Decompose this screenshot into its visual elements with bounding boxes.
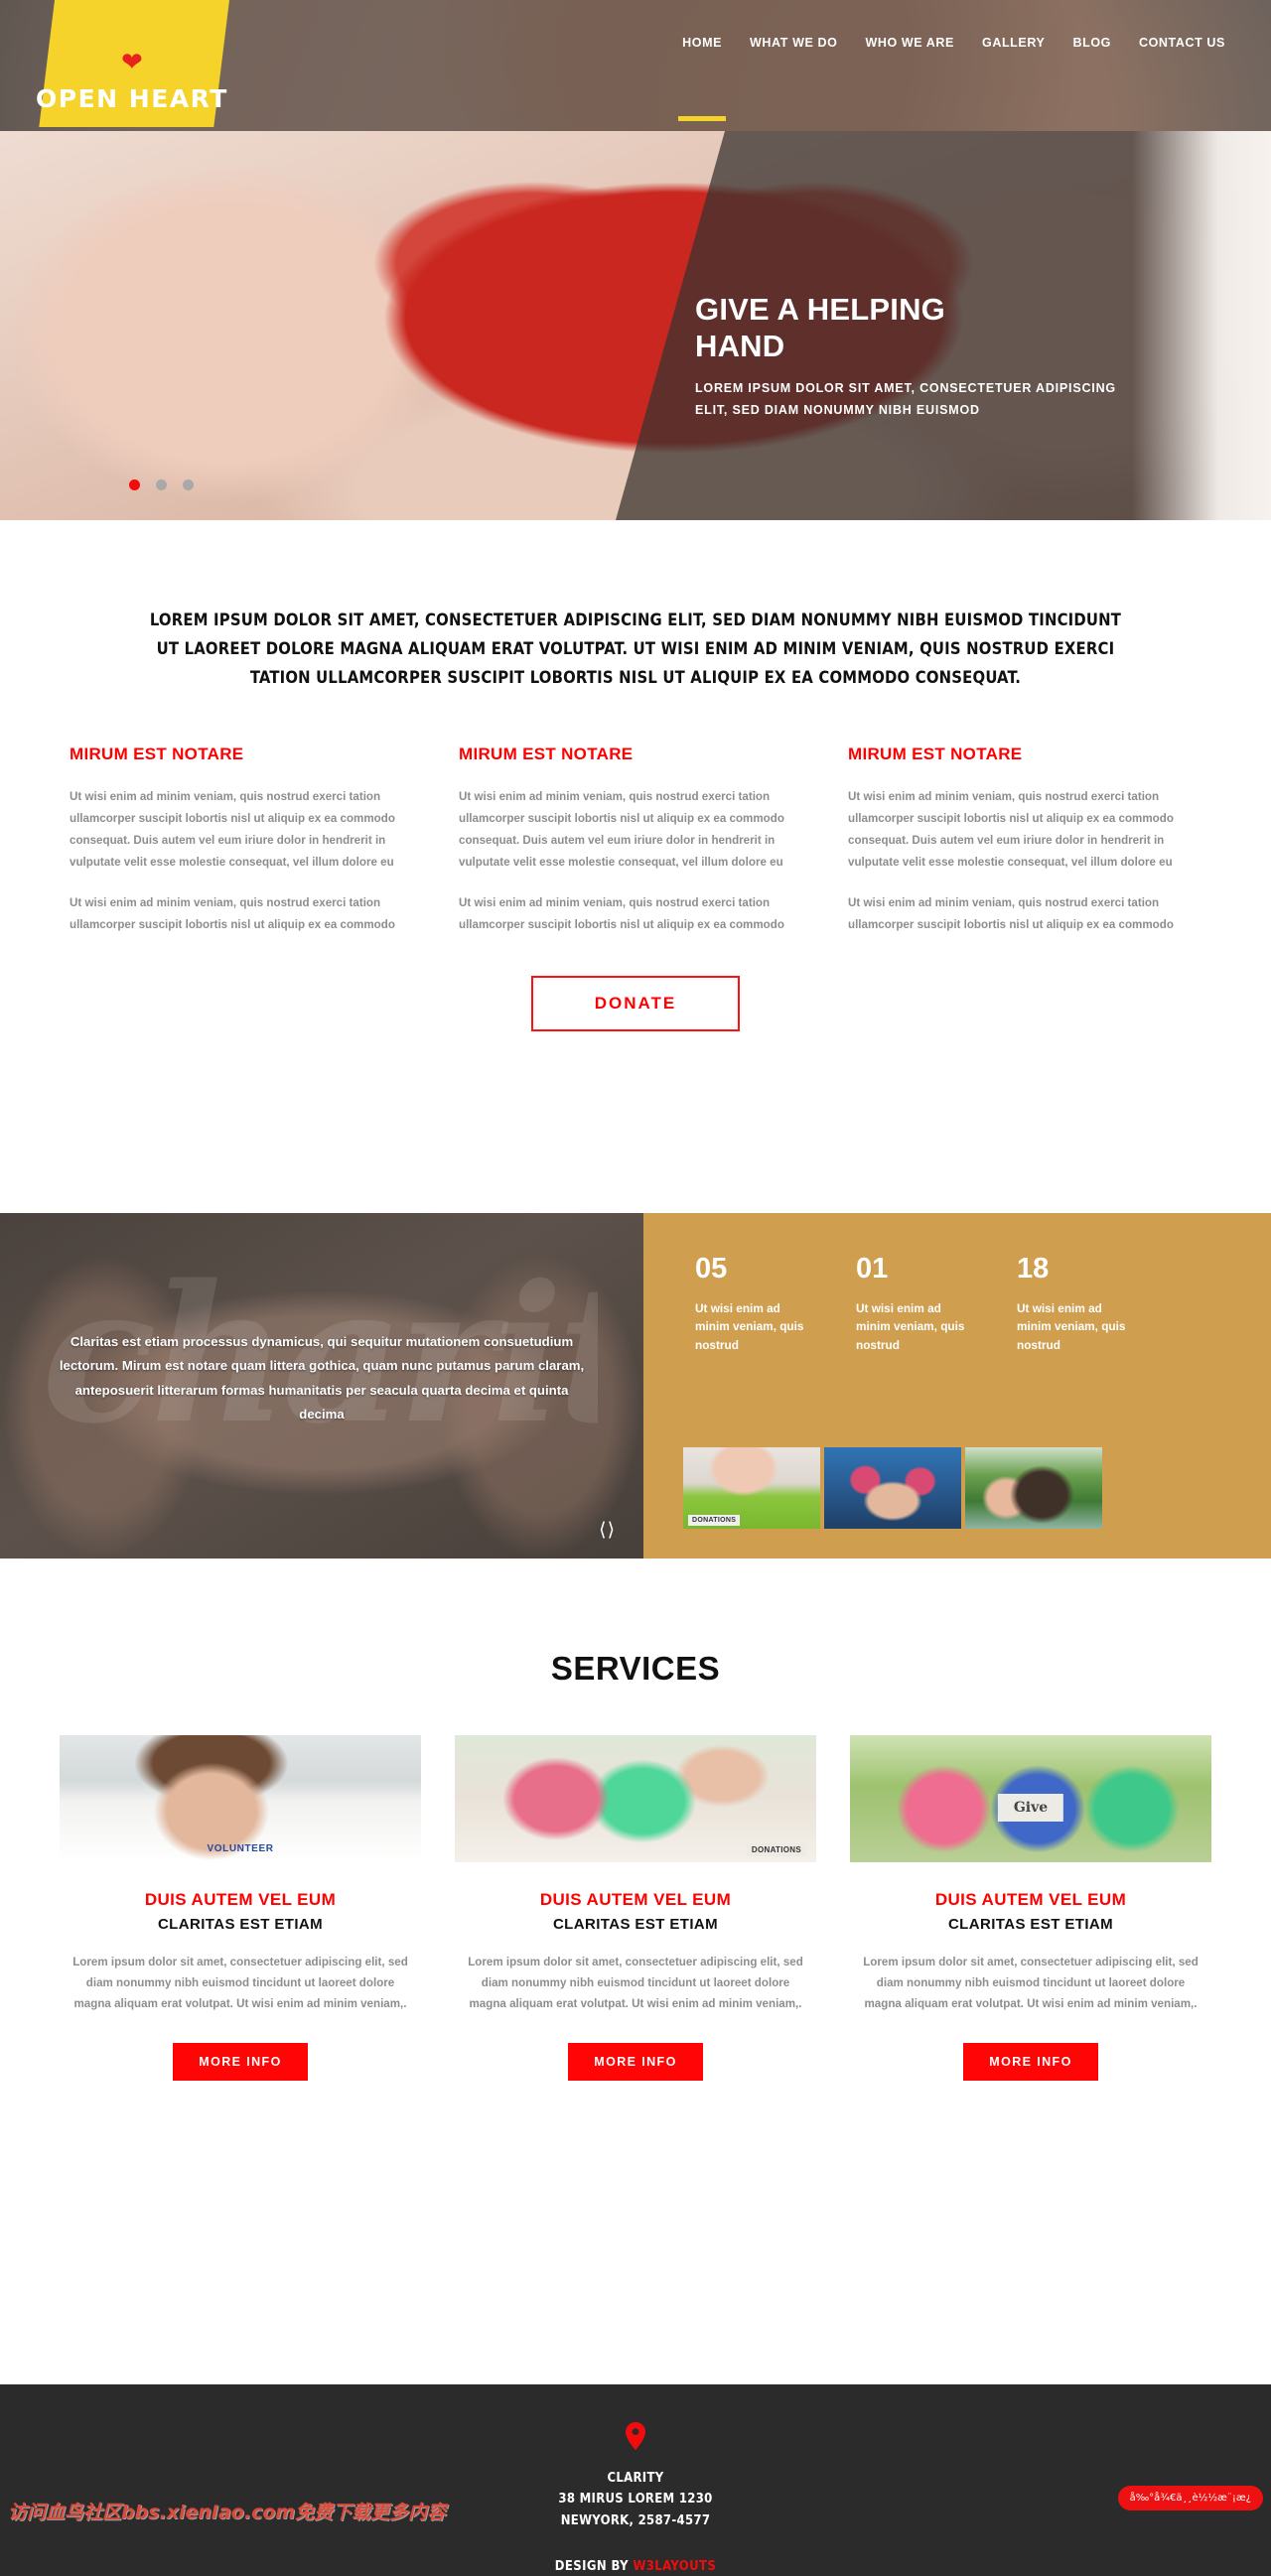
intro-column-3-paragraph-2: Ut wisi enim ad minim veniam, quis nostr… [848,895,1174,931]
nav-item-contact-us[interactable]: CONTACT US [1125,26,1239,60]
donate-button[interactable]: DONATE [530,976,741,1032]
stats-list: 05 Ut wisi enim ad minim veniam, quis no… [643,1213,1271,1354]
nav-item-who-we-are[interactable]: WHO WE ARE [851,26,968,60]
intro-column-2-paragraph-2: Ut wisi enim ad minim veniam, quis nostr… [459,895,784,931]
hero-content: GIVE A HELPING HAND LOREM IPSUM DOLOR SI… [695,292,1172,422]
stat-1-number: 05 [695,1253,728,1285]
intro-column-3-paragraph-1: Ut wisi enim ad minim veniam, quis nostr… [848,789,1174,870]
hero-subtitle: LOREM IPSUM DOLOR SIT AMET, CONSECTETUER… [695,381,1116,418]
hero-slider: GIVE A HELPING HAND LOREM IPSUM DOLOR SI… [0,131,1271,520]
service-2-heading: DUIS AUTEM VEL EUM [539,1890,732,1909]
give-sign-children-photo[interactable] [850,1735,1211,1862]
intro-column-3-heading: MIRUM EST NOTARE [848,744,1023,763]
stat-2-number: 01 [856,1253,889,1285]
intro-column-3: MIRUM EST NOTARE Ut wisi enim ad minim v… [848,745,1200,955]
service-2-more-info-button[interactable]: MORE INFO [568,2042,703,2081]
service-1-more-info-button[interactable]: MORE INFO [173,2042,308,2081]
service-2-subheading: CLARITAS EST ETIAM [552,1916,719,1933]
heart-icon: ❤ [121,47,143,76]
hero-dot-3[interactable] [183,479,194,490]
stat-item-3: 18 Ut wisi enim ad minim veniam, quis no… [1017,1255,1126,1354]
hero-dot-1[interactable] [129,479,140,490]
service-card-2: DUIS AUTEM VEL EUM CLARITAS EST ETIAM Lo… [455,1735,816,2081]
logo-text: OPEN HEART [36,84,228,113]
chevron-left-icon[interactable]: ⟨ [599,1519,607,1541]
map-pin-icon [0,2422,1271,2454]
service-1-subheading: CLARITAS EST ETIAM [157,1916,324,1933]
service-card-1: DUIS AUTEM VEL EUM CLARITAS EST ETIAM Lo… [60,1735,421,2081]
design-credit-prefix: DESIGN BY [554,2559,634,2574]
site-footer: CLARITY 38 MIRUS LOREM 1230 NEWYORK, 258… [0,2384,1271,2576]
intro-column-1-paragraph-1: Ut wisi enim ad minim veniam, quis nostr… [70,789,395,870]
site-logo[interactable]: ❤ OPEN HEART [36,0,231,127]
quote-text: Claritas est etiam processus dynamicus, … [59,1334,585,1423]
map-pin-container [0,2384,1271,2454]
intro-column-1-paragraph-2: Ut wisi enim ad minim veniam, quis nostr… [70,895,395,931]
service-1-heading: DUIS AUTEM VEL EUM [144,1890,337,1909]
service-3-heading: DUIS AUTEM VEL EUM [934,1890,1127,1909]
stat-item-2: 01 Ut wisi enim ad minim veniam, quis no… [856,1255,965,1354]
intro-column-1-heading: MIRUM EST NOTARE [70,744,244,763]
corner-download-badge[interactable]: å‰°å¾€ä¸¸è½½æ¨¡æ¿ [1117,2486,1263,2510]
stat-1-label: Ut wisi enim ad minim veniam, quis nostr… [695,1301,804,1352]
service-3-more-info-button[interactable]: MORE INFO [963,2042,1098,2081]
services-cards: DUIS AUTEM VEL EUM CLARITAS EST ETIAM Lo… [60,1735,1211,2081]
stat-2-label: Ut wisi enim ad minim veniam, quis nostr… [856,1301,965,1352]
quote-slider-arrows[interactable]: ⟨⟩ [599,1519,616,1541]
site-watermark: 访问血鸟社区bbs.xienIao.com免费下载更多内容 [8,2502,447,2523]
services-title: SERVICES [550,1650,721,1687]
quote-panel: charity Claritas est etiam processus dyn… [0,1213,643,1559]
donations-box-photo[interactable] [683,1447,820,1529]
intro-column-2-heading: MIRUM EST NOTARE [459,744,634,763]
intro-columns: MIRUM EST NOTARE Ut wisi enim ad minim v… [70,745,1201,955]
service-3-button-container: MORE INFO [850,2042,1211,2081]
design-credit-brand[interactable]: W3LAYOUTS [633,2559,716,2574]
services-section: SERVICES DUIS AUTEM VEL EUM CLARITAS EST… [0,1559,1271,2384]
hugging-children-photo[interactable] [965,1447,1102,1529]
nav-item-gallery[interactable]: GALLERY [968,26,1059,60]
donation-children-photo[interactable] [455,1735,816,1862]
intro-column-2-paragraph-1: Ut wisi enim ad minim veniam, quis nostr… [459,789,784,870]
service-2-button-container: MORE INFO [455,2042,816,2081]
nav-item-home[interactable]: HOME [668,26,736,121]
intro-column-2: MIRUM EST NOTARE Ut wisi enim ad minim v… [459,745,810,955]
footer-company: CLARITY [607,2471,664,2486]
hero-title: GIVE A HELPING HAND [695,292,945,363]
stats-panel: 05 Ut wisi enim ad minim veniam, quis no… [643,1213,1271,1559]
intro-column-1: MIRUM EST NOTARE Ut wisi enim ad minim v… [70,745,421,955]
nav-item-blog[interactable]: BLOG [1059,26,1125,60]
site-header: ❤ OPEN HEART HOME WHAT WE DO WHO WE ARE … [0,0,1271,131]
hero-slider-dots [129,479,194,490]
service-1-button-container: MORE INFO [60,2042,421,2081]
chevron-right-icon[interactable]: ⟩ [608,1519,616,1541]
hero-dot-2[interactable] [156,479,167,490]
design-credit: DESIGN BY W3LAYOUTS [0,2559,1271,2574]
service-1-body: Lorem ipsum dolor sit amet, consectetuer… [72,1956,408,2010]
stat-3-label: Ut wisi enim ad minim veniam, quis nostr… [1017,1301,1126,1352]
stat-3-number: 18 [1017,1253,1050,1285]
hands-together-photo[interactable] [824,1447,961,1529]
service-card-3: DUIS AUTEM VEL EUM CLARITAS EST ETIAM Lo… [850,1735,1211,2081]
stats-thumbnails [683,1447,1102,1529]
volunteers-photo[interactable] [60,1735,421,1862]
nav-item-what-we-do[interactable]: WHAT WE DO [736,26,851,60]
service-3-subheading: CLARITAS EST ETIAM [947,1916,1114,1933]
service-2-body: Lorem ipsum dolor sit amet, consectetuer… [468,1956,803,2010]
stat-item-1: 05 Ut wisi enim ad minim veniam, quis no… [695,1255,804,1354]
quote-and-stats-band: charity Claritas est etiam processus dyn… [0,1213,1271,1559]
intro-paragraph: LOREM IPSUM DOLOR SIT AMET, CONSECTETUER… [149,610,1122,687]
service-3-body: Lorem ipsum dolor sit amet, consectetuer… [863,1956,1199,2010]
donate-button-container: DONATE [0,976,1271,1032]
intro-section: LOREM IPSUM DOLOR SIT AMET, CONSECTETUER… [0,520,1271,1215]
main-navigation: HOME WHAT WE DO WHO WE ARE GALLERY BLOG … [668,26,1239,121]
